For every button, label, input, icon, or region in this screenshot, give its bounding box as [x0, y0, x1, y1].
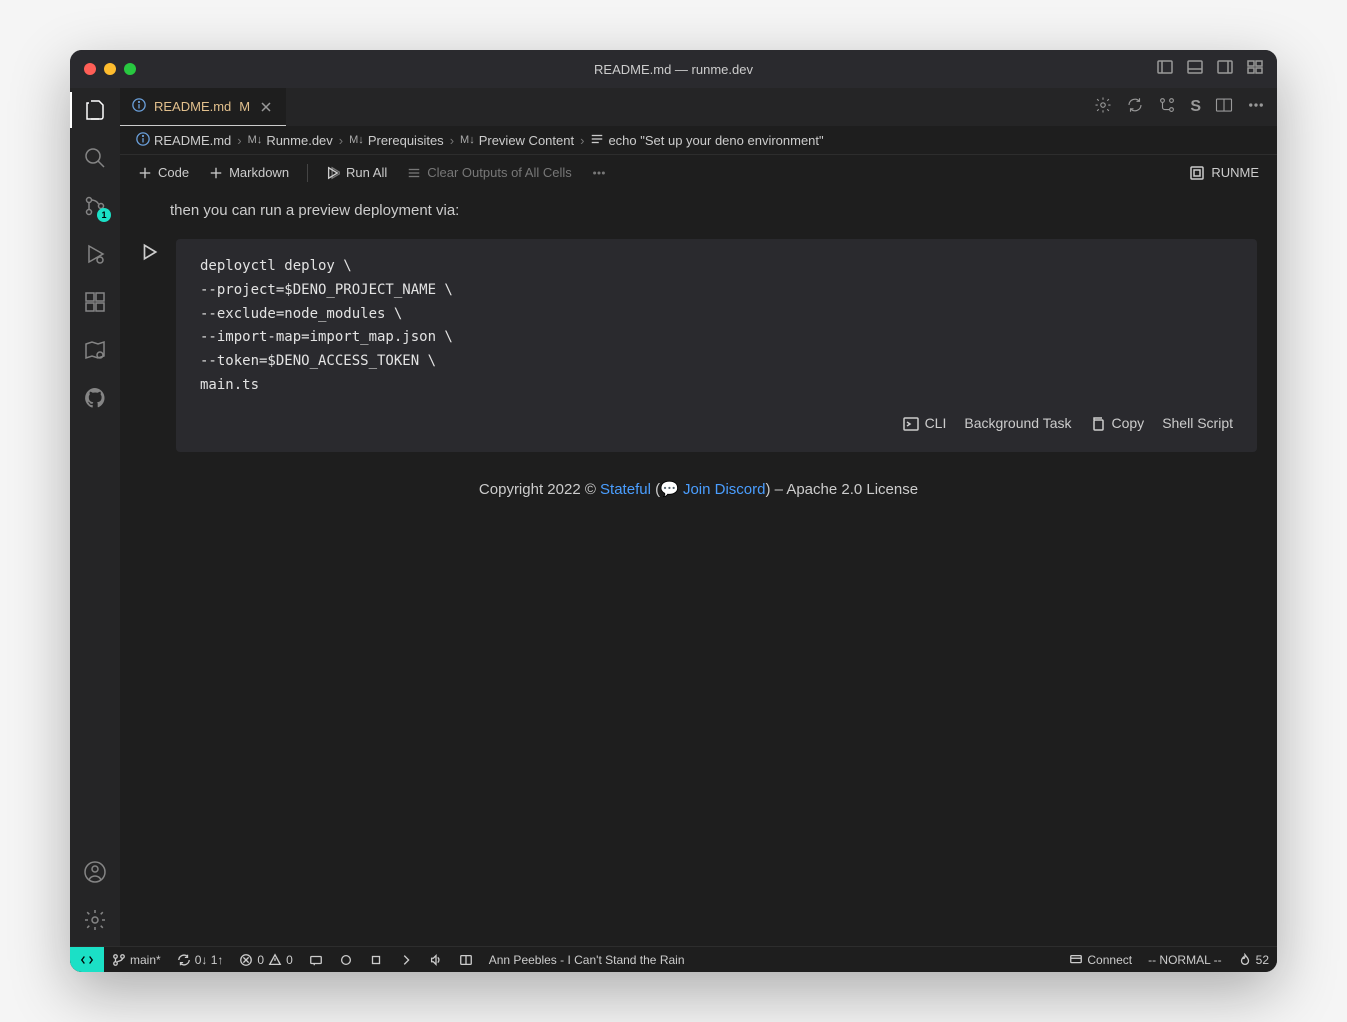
activity-bar: 1: [70, 88, 120, 946]
next-icon[interactable]: [391, 947, 421, 972]
breadcrumb-item[interactable]: M↓ Prerequisites: [349, 133, 444, 148]
customize-layout-icon[interactable]: [1247, 59, 1263, 80]
toggle-panel-left-icon[interactable]: [1157, 59, 1173, 80]
connect-status[interactable]: Connect: [1061, 953, 1140, 967]
git-branch-status[interactable]: main*: [104, 947, 169, 972]
run-cell-button[interactable]: [140, 239, 168, 452]
info-icon: [136, 132, 150, 149]
close-window-button[interactable]: [84, 63, 96, 75]
code-line: deployctl deploy \: [200, 255, 1233, 279]
vim-mode-status: -- NORMAL --: [1140, 953, 1230, 967]
main-area: 1: [70, 88, 1277, 946]
explorer-icon[interactable]: [81, 96, 109, 124]
footer-text: Copyright 2022 © Stateful (💬 Join Discor…: [140, 480, 1257, 498]
loop-icon[interactable]: [1126, 96, 1144, 119]
toggle-panel-right-icon[interactable]: [1217, 59, 1233, 80]
titlebar: README.md — runme.dev: [70, 50, 1277, 88]
tab-filename: README.md: [154, 99, 231, 114]
code-line: --import-map=import_map.json \: [200, 326, 1233, 350]
markdown-text: then you can run a preview deployment vi…: [140, 198, 1257, 233]
scm-badge: 1: [97, 208, 111, 222]
breadcrumb-item[interactable]: M↓ Runme.dev: [248, 133, 333, 148]
notebook-content: then you can run a preview deployment vi…: [120, 190, 1277, 946]
add-code-button[interactable]: Code: [132, 161, 195, 184]
editor-area: README.md M S: [120, 88, 1277, 946]
markdown-icon: M↓: [248, 134, 263, 146]
split-editor-icon[interactable]: [1215, 96, 1233, 119]
breadcrumb-item[interactable]: README.md: [136, 132, 231, 149]
clear-outputs-button[interactable]: Clear Outputs of All Cells: [401, 161, 578, 184]
shell-script-action[interactable]: Shell Script: [1162, 412, 1233, 436]
code-cell-actions: CLI Background Task Copy Shell Script: [200, 412, 1233, 436]
circle-icon[interactable]: [331, 947, 361, 972]
accounts-icon[interactable]: [81, 858, 109, 886]
source-control-icon[interactable]: 1: [81, 192, 109, 220]
vscode-window: README.md — runme.dev 1: [70, 50, 1277, 972]
discord-link[interactable]: Join Discord: [683, 481, 766, 498]
tab-modified-indicator: M: [239, 99, 250, 114]
github-icon[interactable]: [81, 384, 109, 412]
more-toolbar-icon[interactable]: [586, 162, 612, 184]
info-icon: [132, 98, 146, 115]
code-line: --exclude=node_modules \: [200, 303, 1233, 327]
stop-icon[interactable]: [361, 947, 391, 972]
chevron-right-icon: ›: [580, 133, 584, 148]
run-all-button[interactable]: Run All: [320, 161, 393, 184]
tab-close-button[interactable]: [258, 99, 274, 115]
run-debug-icon[interactable]: [81, 240, 109, 268]
chevron-right-icon: ›: [450, 133, 454, 148]
notebook-toolbar: Code Markdown Run All Clear Outputs of A…: [120, 154, 1277, 190]
breadcrumb-item[interactable]: M↓ Preview Content: [460, 133, 574, 148]
markdown-icon: M↓: [460, 134, 475, 146]
tabs-row: README.md M S: [120, 88, 1277, 126]
remote-button[interactable]: [70, 947, 104, 972]
flame-status[interactable]: 52: [1230, 953, 1277, 967]
background-task-action[interactable]: Background Task: [964, 412, 1071, 436]
markdown-icon: M↓: [349, 134, 364, 146]
gear-icon[interactable]: [1094, 96, 1112, 119]
separator: [307, 164, 308, 182]
speaker-icon[interactable]: [421, 947, 451, 972]
errors-status[interactable]: 0 0: [231, 947, 300, 972]
sync-status[interactable]: 0↓ 1↑: [169, 947, 232, 972]
editor-actions: S: [1082, 88, 1277, 126]
map-icon[interactable]: [81, 336, 109, 364]
ports-icon[interactable]: [301, 947, 331, 972]
cli-action[interactable]: CLI: [903, 412, 947, 436]
code-line: --token=$DENO_ACCESS_TOKEN \: [200, 350, 1233, 374]
code-line-icon: [590, 132, 604, 149]
titlebar-layout-controls: [1157, 59, 1263, 80]
code-cell: deployctl deploy \ --project=$DENO_PROJE…: [140, 239, 1257, 452]
toggle-panel-bottom-icon[interactable]: [1187, 59, 1203, 80]
stateful-link[interactable]: Stateful: [600, 481, 651, 498]
window-title: README.md — runme.dev: [594, 62, 753, 77]
chevron-right-icon: ›: [339, 133, 343, 148]
more-actions-icon[interactable]: [1247, 96, 1265, 119]
status-bar: main* 0↓ 1↑ 0 0 Ann Pee: [70, 946, 1277, 972]
compare-icon[interactable]: [1158, 96, 1176, 119]
now-playing-status[interactable]: Ann Peebles - I Can't Stand the Rain: [481, 947, 693, 972]
extensions-icon[interactable]: [81, 288, 109, 316]
breadcrumb: README.md › M↓ Runme.dev › M↓ Prerequisi…: [120, 126, 1277, 154]
settings-gear-icon[interactable]: [81, 906, 109, 934]
code-block[interactable]: deployctl deploy \ --project=$DENO_PROJE…: [176, 239, 1257, 452]
copy-action[interactable]: Copy: [1090, 412, 1145, 436]
maximize-window-button[interactable]: [124, 63, 136, 75]
breadcrumb-item[interactable]: echo "Set up your deno environment": [590, 132, 823, 149]
code-line: main.ts: [200, 374, 1233, 398]
code-line: --project=$DENO_PROJECT_NAME \: [200, 279, 1233, 303]
s-icon[interactable]: S: [1190, 98, 1201, 116]
search-icon[interactable]: [81, 144, 109, 172]
traffic-lights: [84, 63, 136, 75]
add-markdown-button[interactable]: Markdown: [203, 161, 295, 184]
chevron-right-icon: ›: [237, 133, 241, 148]
minimize-window-button[interactable]: [104, 63, 116, 75]
runme-kernel-button[interactable]: RUNME: [1183, 161, 1265, 185]
tab-readme[interactable]: README.md M: [120, 88, 286, 126]
book-icon[interactable]: [451, 947, 481, 972]
